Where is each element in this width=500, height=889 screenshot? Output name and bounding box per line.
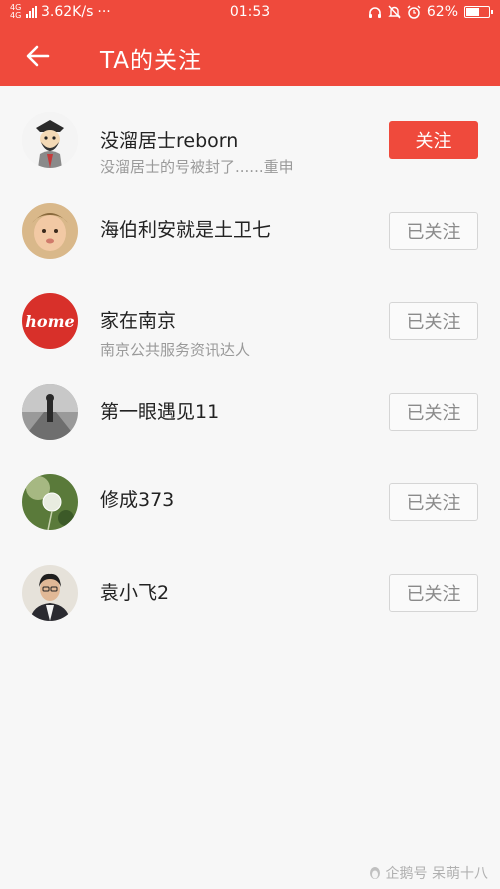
followed-button[interactable]: 已关注 <box>389 573 478 612</box>
street-photo-avatar[interactable] <box>22 383 78 440</box>
app-bar: TA的关注 <box>0 26 500 86</box>
cartoon-avatar[interactable] <box>22 112 78 168</box>
page-title: TA的关注 <box>100 48 202 74</box>
user-name: 家在南京 <box>100 310 177 332</box>
watermark: 企鹅号 呆萌十八 <box>368 863 488 883</box>
user-name: 海伯利安就是土卫七 <box>100 218 272 241</box>
list-item[interactable]: 海伯利安就是土卫七 已关注 <box>0 183 500 274</box>
headphone-icon <box>368 6 381 18</box>
list-item[interactable]: 袁小飞2 已关注 <box>0 545 500 636</box>
user-name: 第一眼遇见11 <box>100 400 220 423</box>
user-description: 没溜居士的号被封了......重申 <box>100 158 294 176</box>
status-right: 62% <box>368 4 493 20</box>
list-item[interactable]: 第一眼遇见11 已关注 <box>0 364 500 455</box>
status-bar: 4G 4G 3.62K/s ··· 01:53 62% <box>0 0 500 26</box>
penguin-logo-icon <box>369 867 380 879</box>
home-logo-avatar[interactable]: home <box>22 293 78 349</box>
follow-button[interactable]: 关注 <box>389 121 478 159</box>
followed-button[interactable]: 已关注 <box>389 392 478 431</box>
child-photo-avatar[interactable] <box>22 202 78 259</box>
man-photo-avatar[interactable] <box>22 564 78 621</box>
followed-button[interactable]: 已关注 <box>389 211 478 250</box>
arrow-left-icon <box>26 45 50 67</box>
avatar-logo-text: home <box>25 311 75 331</box>
alarm-icon <box>407 5 421 19</box>
user-name: 修成373 <box>100 489 175 511</box>
battery-icon <box>464 6 493 18</box>
battery-percent: 62% <box>426 4 458 20</box>
user-name: 没溜居士reborn <box>100 130 239 152</box>
follow-list: 没溜居士reborn 没溜居士的号被封了......重申 关注 海伯利安就是土卫… <box>0 86 500 635</box>
mute-bell-icon <box>388 5 401 19</box>
user-name: 袁小飞2 <box>100 581 170 604</box>
followed-button[interactable]: 已关注 <box>389 483 478 521</box>
dandelion-avatar[interactable] <box>22 474 78 530</box>
back-button[interactable] <box>22 40 54 72</box>
watermark-text: 企鹅号 呆萌十八 <box>385 866 488 882</box>
list-item[interactable]: home 家在南京 南京公共服务资讯达人 已关注 <box>0 273 500 364</box>
list-item[interactable]: 没溜居士reborn 没溜居士的号被封了......重申 关注 <box>0 92 500 183</box>
battery-fill <box>466 8 480 16</box>
list-item[interactable]: 修成373 已关注 <box>0 454 500 545</box>
followed-button[interactable]: 已关注 <box>389 302 478 340</box>
user-description: 南京公共服务资讯达人 <box>100 341 251 359</box>
